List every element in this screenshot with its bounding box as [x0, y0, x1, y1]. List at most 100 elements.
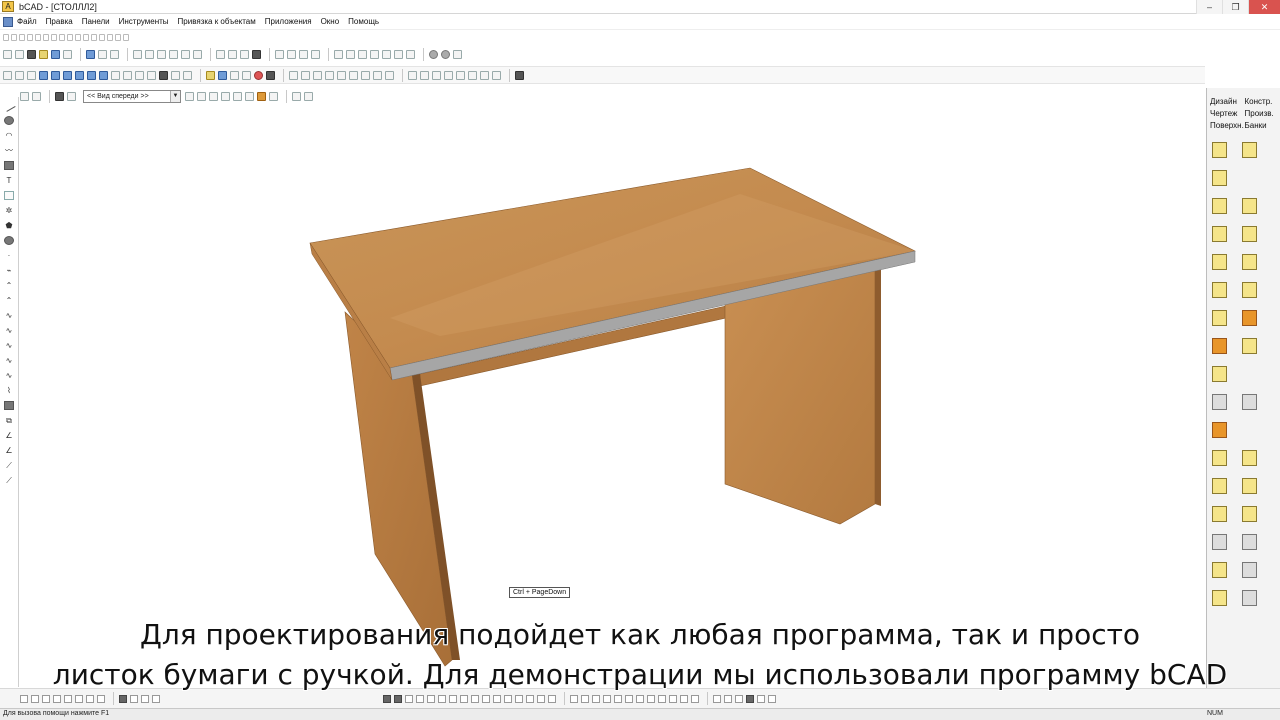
scissors-icon[interactable] [110, 49, 119, 59]
wave-icon[interactable]: ∿ [4, 371, 14, 380]
view-cube-icon[interactable] [87, 70, 96, 80]
zoom-out-icon[interactable] [15, 70, 24, 80]
new-file-icon[interactable] [3, 49, 12, 59]
table-icon[interactable] [1242, 282, 1257, 298]
toggle-icon[interactable] [83, 33, 89, 41]
edit-node-icon[interactable] [373, 70, 382, 80]
column-icon[interactable] [1242, 338, 1257, 354]
layer-icon[interactable] [252, 49, 261, 59]
crosshair-icon[interactable] [240, 49, 249, 59]
table-3d-model[interactable] [20, 104, 1206, 688]
layer-tool-icon[interactable] [460, 694, 468, 703]
layer-tool-icon[interactable] [482, 694, 490, 703]
close-button[interactable]: ✕ [1248, 0, 1280, 14]
transform-icon[interactable] [408, 70, 417, 80]
layer-tool-icon[interactable] [471, 694, 479, 703]
orange-box-icon[interactable] [1242, 310, 1257, 326]
right-leg-edge[interactable] [875, 266, 881, 506]
snap-icon[interactable] [358, 49, 367, 59]
cabinet-icon[interactable] [1212, 310, 1227, 326]
snap-icon[interactable] [346, 49, 355, 59]
pause-icon[interactable] [197, 91, 206, 101]
wave-icon[interactable]: ∿ [4, 311, 14, 320]
render-icon[interactable] [111, 70, 120, 80]
cube-shaded-icon[interactable] [257, 91, 266, 101]
render-icon[interactable] [135, 70, 144, 80]
edit-node-icon[interactable] [289, 70, 298, 80]
ellipse-icon[interactable] [4, 236, 14, 245]
edit-node-icon[interactable] [349, 70, 358, 80]
hinge-icon[interactable] [1242, 198, 1257, 214]
menu-tools[interactable]: Инструменты [119, 17, 169, 26]
point-icon[interactable]: · [4, 251, 14, 260]
cylinder-icon[interactable] [1212, 198, 1227, 214]
play-icon[interactable] [185, 91, 194, 101]
toggle-icon[interactable] [11, 33, 17, 41]
layer-tool-icon[interactable] [548, 694, 556, 703]
tab-production[interactable]: Произв. [1245, 109, 1280, 118]
snap-center-icon[interactable] [42, 694, 50, 703]
door-icon[interactable] [1212, 338, 1227, 354]
pointer-icon[interactable] [216, 49, 225, 59]
view-cube-icon[interactable] [99, 70, 108, 80]
layer-tool-icon[interactable] [504, 694, 512, 703]
snap-quadrant-icon[interactable] [64, 694, 72, 703]
layer-tool-icon[interactable] [438, 694, 446, 703]
new-doc-icon[interactable] [15, 49, 24, 59]
undo-icon[interactable] [181, 49, 190, 59]
layer-tool-icon[interactable] [427, 694, 435, 703]
layer-tool-icon[interactable] [493, 694, 501, 703]
arrow-icon[interactable] [1212, 534, 1227, 550]
pencil-icon[interactable] [133, 49, 142, 59]
toggle-icon[interactable] [99, 33, 105, 41]
toggle-icon[interactable] [35, 33, 41, 41]
snap-node-icon[interactable] [53, 694, 61, 703]
cut-icon[interactable] [98, 49, 107, 59]
cube-icon[interactable] [292, 91, 301, 101]
block-icon[interactable] [311, 49, 320, 59]
edit-node-icon[interactable] [313, 70, 322, 80]
model-tool-icon[interactable] [625, 694, 633, 703]
render-tool-icon[interactable] [768, 694, 776, 703]
toggle-icon[interactable] [91, 33, 97, 41]
menu-edit[interactable]: Правка [46, 17, 73, 26]
toggle-icon[interactable] [107, 33, 113, 41]
layer-tool-icon[interactable] [416, 694, 424, 703]
toggle-icon[interactable] [115, 33, 121, 41]
select-icon[interactable] [228, 49, 237, 59]
measure-line-icon[interactable]: ⟋ [4, 476, 14, 485]
model-tool-icon[interactable] [669, 694, 677, 703]
menu-help[interactable]: Помощь [348, 17, 379, 26]
grid-toggle-icon[interactable] [152, 694, 160, 703]
shade-icon[interactable] [159, 70, 168, 80]
model-tool-icon[interactable] [658, 694, 666, 703]
snap-grid-icon[interactable] [334, 49, 343, 59]
drawing-canvas[interactable] [20, 104, 1206, 688]
render-icon[interactable] [147, 70, 156, 80]
box-icon[interactable] [1212, 282, 1227, 298]
grid-dots-icon[interactable] [385, 70, 394, 80]
snap-midpoint-icon[interactable] [31, 694, 39, 703]
model-tool-icon[interactable] [603, 694, 611, 703]
delete-icon[interactable] [1242, 450, 1257, 466]
circle-snap-icon[interactable] [441, 49, 450, 59]
model-tool-icon[interactable] [647, 694, 655, 703]
ortho-icon[interactable] [119, 694, 127, 703]
panel-toggle-icon[interactable] [32, 91, 41, 101]
layer-tool-icon[interactable] [526, 694, 534, 703]
transform-icon[interactable] [456, 70, 465, 80]
rotate-icon[interactable] [242, 70, 251, 80]
right-leg-panel[interactable] [724, 265, 876, 525]
arc-icon[interactable]: ◠ [4, 131, 14, 140]
angle-icon[interactable] [1242, 590, 1257, 606]
transform-icon[interactable] [444, 70, 453, 80]
column-tall-icon[interactable] [1212, 366, 1227, 382]
panel-icon[interactable] [1212, 142, 1227, 158]
chevron-down-icon[interactable]: ▼ [170, 90, 180, 102]
trim-icon[interactable]: ⌇ [4, 386, 14, 395]
move-icon[interactable] [169, 49, 178, 59]
tab-design[interactable]: Дизайн [1210, 97, 1245, 106]
transform-icon[interactable] [492, 70, 501, 80]
snap-extension-icon[interactable] [86, 694, 94, 703]
snap-endpoint-icon[interactable] [20, 694, 28, 703]
